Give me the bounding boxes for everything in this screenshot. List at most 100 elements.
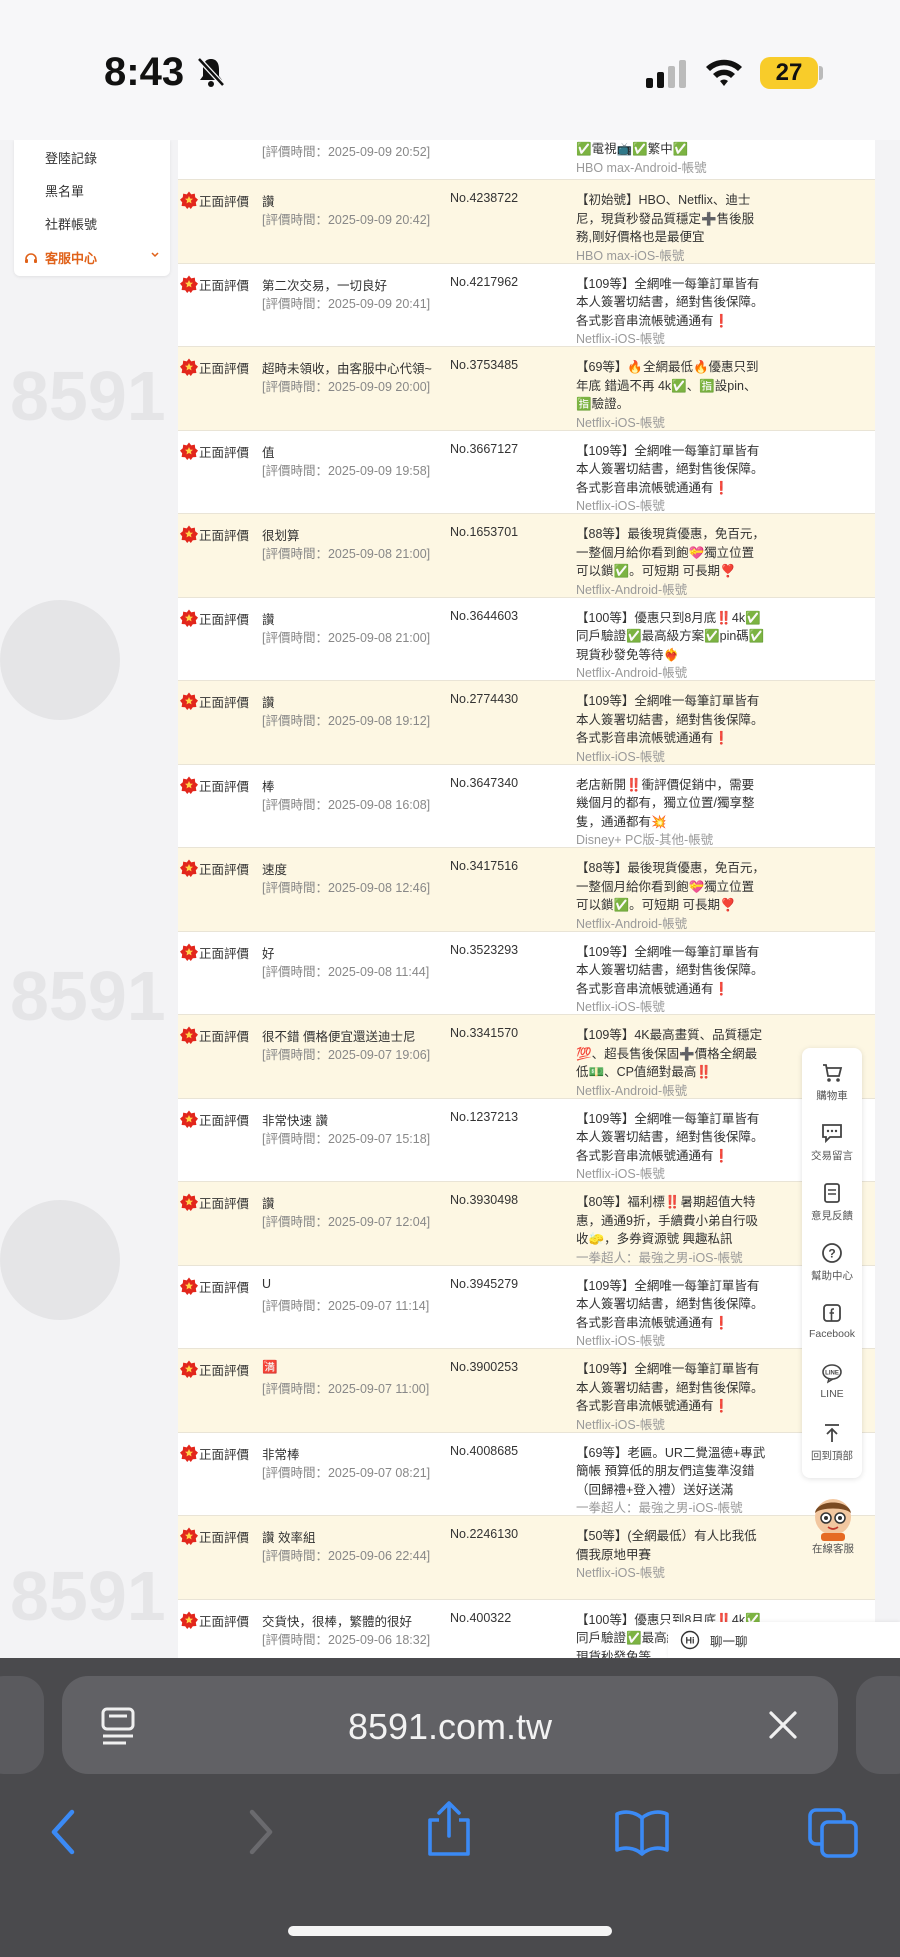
svg-text:8591: 8591	[10, 1557, 166, 1635]
tabs-icon[interactable]	[806, 1806, 860, 1860]
online-support-label: 在線客服	[812, 1543, 854, 1555]
product-category: Netflix-iOS-帳號	[576, 415, 665, 430]
share-icon[interactable]	[424, 1800, 474, 1858]
home-indicator	[288, 1926, 612, 1936]
review-comment: 讚	[262, 696, 275, 710]
order-number[interactable]: No.3644603	[450, 609, 518, 623]
review-comment: 讚	[262, 1197, 275, 1211]
product-title[interactable]: 老店新開‼️衝評價促銷中，需要幾個月的都有，獨立位置/獨享整隻，通通都有💥 Dis…	[576, 776, 766, 850]
table-row: 正面評價讚 [評價時間：2025-09-07 12:04] No.3930498 【8…	[178, 1182, 875, 1266]
facebook-button[interactable]: Facebook	[802, 1302, 862, 1362]
status-bar: 8:43 27	[0, 0, 900, 140]
product-title[interactable]: 【50等】(全網最低）有人比我低價我原地甲賽 Netflix-iOS-帳號	[576, 1527, 766, 1583]
chat-bar[interactable]: Hi 聊一聊	[668, 1622, 900, 1658]
line-button[interactable]: LINE LINE	[802, 1362, 862, 1422]
product-title[interactable]: 【初始號】HBO、Netflix、迪士尼，現貨秒發品質穩定➕售後服務,剛好價格也…	[576, 191, 766, 265]
product-title[interactable]: 【80等】福利標‼️暑期超值大特惠，通通9折，手續費小弟自行吸收🧽，多券資源號 …	[576, 1193, 766, 1267]
sidebar-item-blacklist[interactable]: 黑名單	[45, 181, 84, 200]
product-title[interactable]: 【69等】老匾。UR二覺溫德+專武簡帳 預算低的朋友們這隻準沒錯（回歸禮+登入禮…	[576, 1444, 766, 1518]
table-row: 正面評價讚 [評價時間：2025-09-08 19:12] No.2774430 【1…	[178, 681, 875, 765]
order-number[interactable]: No.4217962	[450, 275, 518, 289]
document-icon	[824, 1183, 840, 1203]
review-time: [評價時間：2025-09-09 20:52]	[262, 145, 431, 159]
review-time: [評價時間：2025-09-09 20:41]	[262, 296, 431, 311]
order-number[interactable]: No.3900253	[450, 1360, 518, 1374]
product-category: HBO max-iOS-帳號	[576, 248, 685, 263]
order-number[interactable]: No.3945279	[450, 1277, 518, 1291]
close-icon[interactable]	[768, 1710, 798, 1740]
product-title[interactable]: ✅電視📺✅繁中✅ HBO max-Android-帳號	[576, 140, 766, 177]
order-number[interactable]: No.3417516	[450, 859, 518, 873]
line-label: LINE	[820, 1388, 844, 1400]
positive-badge-icon	[180, 1611, 198, 1629]
back-to-top-button[interactable]: 回到頂部	[802, 1422, 862, 1482]
product-title[interactable]: 【109等】全網唯一每筆訂單皆有本人簽署切結書，絕對售後保障。各式影音串流帳號通…	[576, 1110, 766, 1184]
order-number[interactable]: No.3753485	[450, 358, 518, 372]
cart-button[interactable]: 購物車	[802, 1062, 862, 1122]
product-title[interactable]: 【109等】全網唯一每筆訂單皆有本人簽署切結書，絕對售後保障。各式影音串流帳號通…	[576, 1360, 766, 1434]
product-title[interactable]: 【109等】4K最高畫質、品質穩定💯、超長售後保固➕價格全網最低💵、CP值絕對最…	[576, 1026, 766, 1100]
feedback-button[interactable]: 意見反饋	[802, 1182, 862, 1242]
product-category: Netflix-Android-帳號	[576, 582, 688, 597]
product-title[interactable]: 【88等】最後現貨優惠，免百元，一整個月給你看到飽💝獨立位置可以鎖✅。可短期 可…	[576, 525, 766, 599]
table-row: 正面評價棒 [評價時間：2025-09-08 16:08] No.3647340 老店…	[178, 765, 875, 850]
table-row: 正面評價 非常棒 [評價時間：2025-09-07 08:21] No.4008685…	[178, 1433, 875, 1518]
trade-message-button[interactable]: 交易留言	[802, 1122, 862, 1182]
order-number[interactable]: No.3647340	[450, 776, 518, 790]
next-tab-preview[interactable]	[856, 1676, 900, 1774]
product-title-text: 【50等】(全網最低）有人比我低價我原地甲賽	[576, 1529, 757, 1562]
previous-tab-preview[interactable]	[0, 1676, 44, 1774]
product-title-text: 【109等】全網唯一每筆訂單皆有本人簽署切結書，絕對售後保障。各式影音串流帳號通…	[576, 443, 764, 495]
product-title[interactable]: 【109等】全網唯一每筆訂單皆有本人簽署切結書，絕對售後保障。各式影音串流帳號通…	[576, 1277, 766, 1351]
order-number[interactable]: No.3930498	[450, 1193, 518, 1207]
table-row: 正面評價 速度 [評價時間：2025-09-08 12:46] No.3417516 【…	[178, 848, 875, 932]
product-title-text: 【109等】全網唯一每筆訂單皆有本人簽署切結書，絕對售後保障。各式影音串流帳號通…	[576, 944, 764, 996]
order-number[interactable]: No.3341570	[450, 1026, 518, 1040]
positive-badge-icon	[180, 1444, 198, 1462]
cart-icon	[823, 1064, 843, 1082]
product-title[interactable]: 【109等】全網唯一每筆訂單皆有本人簽署切結書，絕對售後保障。各式影音串流帳號通…	[576, 692, 766, 766]
review-comment: 讚	[262, 195, 275, 209]
table-row: 正面評價 很划算 [評價時間：2025-09-08 21:00] No.1653701…	[178, 514, 875, 598]
address-bar[interactable]: 8591.com.tw	[62, 1676, 838, 1774]
product-title[interactable]: 【109等】全網唯一每筆訂單皆有本人簽署切結書，絕對售後保障。各式影音串流帳號通…	[576, 442, 766, 516]
product-category: Netflix-iOS-帳號	[576, 1000, 665, 1014]
order-number[interactable]: No.1237213	[450, 1110, 518, 1124]
product-title[interactable]: 【69等】🔥全網最低🔥優惠只到年底 錯過不再 4k✅、🈯設pin、🈯驗證。 Net…	[576, 358, 766, 432]
floating-toolbar: 購物車 交易留言 意見反饋 ? 幫助中心 Facebook LINE LINE …	[802, 1048, 862, 1478]
review-comment: 很划算	[262, 529, 300, 543]
sidebar-item-login-records[interactable]: 登陸記錄	[45, 148, 97, 167]
order-number[interactable]: No.2246130	[450, 1527, 518, 1541]
positive-badge-icon	[180, 1360, 198, 1378]
review-time: [評價時間：2025-09-08 16:08]	[262, 797, 431, 812]
product-title[interactable]: 【88等】最後現貨優惠，免百元，一整個月給你看到飽💝獨立位置可以鎖✅。可短期 可…	[576, 859, 766, 933]
help-center-button[interactable]: ? 幫助中心	[802, 1242, 862, 1302]
url-text: 8591.com.tw	[347, 1706, 553, 1747]
line-icon: LINE	[822, 1364, 842, 1384]
bookmarks-icon[interactable]	[614, 1808, 670, 1856]
order-number[interactable]: No.4008685	[450, 1444, 518, 1458]
product-title[interactable]: 【109等】全網唯一每筆訂單皆有本人簽署切結書，絕對售後保障。各式影音串流帳號通…	[576, 275, 766, 349]
support-center-label: 客服中心	[45, 251, 98, 266]
svg-text:Hi: Hi	[686, 1636, 695, 1646]
hi-chat-icon: Hi	[680, 1630, 700, 1650]
order-number[interactable]: No.4238722	[450, 191, 518, 205]
rating-label: 正面評價	[199, 1113, 250, 1128]
order-number[interactable]: No.2774430	[450, 692, 518, 706]
product-title[interactable]: 【100等】優惠只到8月底‼️4k✅同戶驗證✅最高級方案✅pin碼✅現貨秒發免等…	[576, 609, 766, 683]
order-number[interactable]: No.3523293	[450, 943, 518, 957]
product-title[interactable]: 【109等】全網唯一每筆訂單皆有本人簽署切結書，絕對售後保障。各式影音串流帳號通…	[576, 943, 766, 1017]
forward-arrow-icon[interactable]	[246, 1808, 276, 1856]
order-number[interactable]: No.3667127	[450, 442, 518, 456]
order-number[interactable]: No.400322	[450, 1611, 511, 1625]
online-support-button[interactable]: 在線客服	[803, 1495, 863, 1559]
table-row: 正面評價 🈵 [評價時間：2025-09-07 11:00] No.3900253 【1…	[178, 1349, 875, 1433]
back-arrow-icon[interactable]	[48, 1808, 78, 1856]
review-time: [評價時間：2025-09-07 19:06]	[262, 1048, 431, 1062]
review-time: [評價時間：2025-09-06 18:32]	[262, 1632, 431, 1647]
sidebar-item-social-accounts[interactable]: 社群帳號	[45, 214, 97, 233]
review-comment: 超時未領收，由客服中心代領~	[262, 362, 432, 376]
positive-badge-icon	[180, 191, 198, 209]
order-number[interactable]: No.1653701	[450, 525, 518, 539]
sidebar-item-support-center[interactable]: 客服中心	[24, 248, 164, 267]
